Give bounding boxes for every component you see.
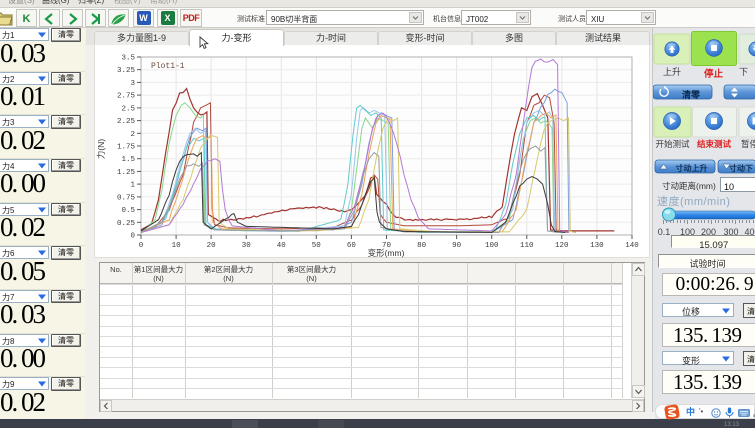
svg-text:力(N): 力(N) [95, 139, 107, 159]
svg-text:60: 60 [347, 242, 357, 250]
svg-text:40: 40 [277, 242, 287, 250]
svg-text:3: 3 [130, 80, 135, 88]
svg-text:10: 10 [172, 242, 182, 250]
svg-text:90: 90 [452, 242, 462, 250]
svg-text:130: 130 [590, 242, 604, 250]
svg-text:1.75: 1.75 [117, 144, 136, 152]
svg-text:120: 120 [555, 242, 569, 250]
svg-text:1.25: 1.25 [117, 169, 136, 177]
svg-text:20: 20 [207, 242, 217, 250]
svg-text:3.5: 3.5 [121, 55, 135, 63]
svg-text:2.25: 2.25 [117, 118, 136, 126]
svg-text:2: 2 [130, 131, 135, 139]
svg-text:Plot1-1: Plot1-1 [151, 62, 185, 71]
svg-text:2.75: 2.75 [117, 93, 136, 101]
svg-text:3.25: 3.25 [117, 67, 136, 75]
svg-text:0.25: 0.25 [117, 220, 136, 228]
svg-text:0: 0 [130, 233, 135, 241]
svg-text:80: 80 [417, 242, 427, 250]
svg-text:0: 0 [139, 242, 144, 250]
svg-text:0.75: 0.75 [117, 194, 136, 202]
svg-text:2.5: 2.5 [121, 105, 135, 113]
svg-text:变形(mm): 变形(mm) [368, 247, 405, 258]
svg-text:0.5: 0.5 [121, 207, 135, 215]
svg-text:1: 1 [130, 182, 135, 190]
svg-text:140: 140 [625, 242, 639, 250]
svg-text:50: 50 [312, 242, 322, 250]
svg-text:100: 100 [485, 242, 499, 250]
svg-text:30: 30 [242, 242, 252, 250]
svg-text:1.5: 1.5 [121, 156, 135, 164]
svg-text:110: 110 [520, 242, 534, 250]
